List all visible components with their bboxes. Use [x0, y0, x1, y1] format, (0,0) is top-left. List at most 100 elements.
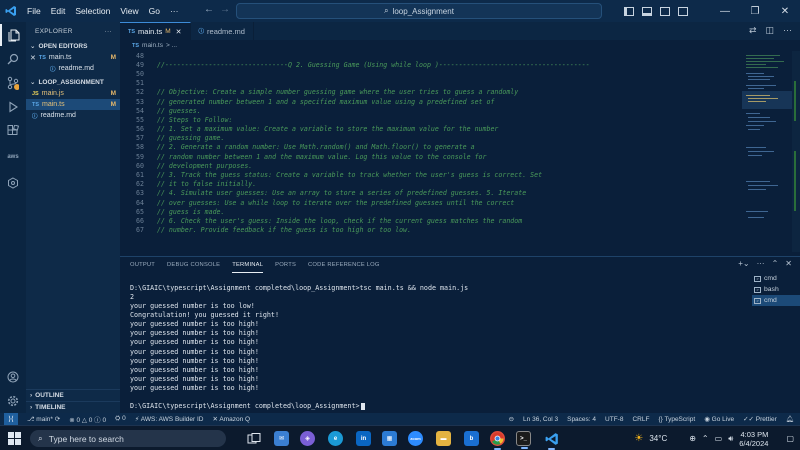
encoding[interactable]: UTF-8 — [605, 416, 623, 423]
show-hidden-icons-icon[interactable]: ⌃ — [702, 434, 709, 443]
menu-more[interactable]: ··· — [165, 6, 184, 16]
open-editors-section[interactable]: ⌄ OPEN EDITORS — [26, 40, 120, 52]
clock[interactable]: 4:03 PM 6/4/2024 — [739, 430, 768, 448]
editor-scrollbar[interactable] — [792, 51, 800, 252]
amazon-q-icon[interactable] — [0, 172, 26, 194]
search-view-icon[interactable] — [0, 48, 26, 70]
remote-indicator-icon[interactable]: ⟩⟨ — [4, 413, 18, 425]
amazon-q-indicator[interactable]: ✕ Amazon Q — [212, 415, 250, 423]
file-item-readme[interactable]: ⓘ readme.md — [26, 110, 120, 121]
minimap[interactable] — [742, 51, 792, 252]
tab-readme[interactable]: ⓘ readme.md — [191, 22, 254, 40]
zoom-icon[interactable]: ⊖ — [509, 415, 514, 423]
end-of-line[interactable]: CRLF — [632, 416, 649, 423]
terminal-instance[interactable]: > cmd — [752, 295, 800, 306]
toggle-sidebar-icon[interactable] — [624, 6, 634, 16]
terminal-instance[interactable]: > bash — [752, 284, 800, 295]
file-item-main-js[interactable]: JS main.js M — [26, 88, 120, 99]
language-mode[interactable]: {} TypeScript — [658, 416, 695, 423]
minimize-button[interactable]: — — [710, 6, 740, 17]
manage-gear-icon[interactable] — [0, 390, 26, 412]
panel-controls: +⌄ ··· ⌃ ✕ — [738, 259, 792, 268]
toggle-panel-icon[interactable] — [642, 6, 652, 16]
branch-indicator[interactable]: ⎇ main* ⟳ — [27, 415, 60, 423]
close-window-button[interactable]: ✕ — [770, 6, 800, 17]
tab-label: main.ts — [138, 27, 163, 36]
more-actions-icon[interactable]: ··· — [783, 25, 792, 36]
menu-view[interactable]: View — [115, 6, 143, 16]
tab-ports[interactable]: PORTS — [275, 257, 296, 273]
terminal-instance[interactable]: > cmd — [752, 273, 800, 284]
breadcrumb-rest[interactable]: > ... — [166, 42, 177, 49]
breadcrumb-file[interactable]: main.ts — [142, 42, 163, 49]
menu-edit[interactable]: Edit — [46, 6, 71, 16]
more-actions-icon[interactable]: ··· — [105, 28, 112, 35]
weather-sun-icon[interactable]: ☀ — [634, 433, 643, 444]
split-editor-icon[interactable]: ◫ — [765, 25, 774, 36]
mail-icon[interactable]: ✉ — [274, 431, 289, 446]
vscode-taskbar-icon[interactable] — [544, 431, 559, 450]
new-terminal-icon[interactable]: +⌄ — [738, 259, 749, 268]
file-explorer-icon[interactable]: ▬ — [436, 431, 451, 446]
store-icon[interactable]: ▦ — [382, 431, 397, 446]
customize-layout-icon[interactable] — [678, 6, 688, 16]
indentation[interactable]: Spaces: 4 — [567, 416, 596, 423]
problems-indicator[interactable]: ⊗ 0 △ 0 ⓘ 0 — [69, 414, 106, 424]
close-panel-icon[interactable]: ✕ — [785, 259, 792, 268]
more-actions-icon[interactable]: ··· — [757, 259, 765, 268]
notification-center-icon[interactable]: ▢ — [786, 434, 794, 443]
tab-main-ts[interactable]: TS main.ts M ✕ — [120, 22, 191, 40]
tab-output[interactable]: OUTPUT — [130, 257, 155, 273]
forward-arrow-icon[interactable]: → — [216, 4, 234, 15]
language-globe-icon[interactable]: ⊕ — [689, 434, 696, 443]
aws-toolkit-icon[interactable]: aws — [0, 146, 26, 168]
extensions-icon[interactable] — [0, 120, 26, 142]
ports-indicator[interactable]: ⛭ 0 — [115, 415, 126, 423]
bing-icon[interactable]: b — [464, 431, 479, 446]
accounts-icon[interactable] — [0, 366, 26, 388]
close-icon[interactable]: ✕ — [30, 54, 36, 62]
file-item-main-ts[interactable]: TS main.ts M — [26, 99, 120, 110]
restore-button[interactable]: ❐ — [740, 6, 770, 17]
close-icon[interactable]: ✕ — [176, 28, 182, 36]
windows-start-icon[interactable] — [8, 432, 21, 445]
weather-temperature[interactable]: 34°C — [649, 434, 667, 443]
cursor-position[interactable]: Ln 36, Col 3 — [523, 416, 558, 423]
source-control-icon[interactable] — [0, 72, 26, 94]
compare-changes-icon[interactable]: ⇄ — [749, 25, 757, 36]
terminal-app-icon[interactable]: >_ — [516, 431, 531, 449]
notifications-bell-icon[interactable]: 🔔︎ — [786, 415, 794, 423]
chrome-icon[interactable] — [490, 431, 505, 450]
aws-indicator[interactable]: ⚡ AWS: AWS Builder ID — [135, 415, 204, 423]
run-debug-icon[interactable] — [0, 96, 26, 118]
volume-icon[interactable]: 🔊︎ — [728, 434, 733, 444]
prettier-status[interactable]: ✓✓ Prettier — [743, 415, 777, 423]
taskbar-search[interactable]: ⌕ Type here to search — [30, 430, 226, 447]
code-editor[interactable]: 48 49 //-------------------------------Q … — [120, 51, 740, 252]
linkedin-icon[interactable]: in — [356, 431, 371, 446]
zoom-app-icon[interactable]: zoom — [408, 431, 423, 446]
outline-section[interactable]: › OUTLINE — [26, 389, 120, 401]
toggle-secondary-sidebar-icon[interactable] — [660, 6, 670, 16]
copilot-icon[interactable]: ◈ — [300, 431, 315, 446]
folder-section[interactable]: ⌄ LOOP_ASSIGNMENT — [26, 76, 120, 88]
open-editor-item[interactable]: ⓘ readme.md — [26, 63, 120, 74]
explorer-icon[interactable] — [0, 24, 26, 46]
tab-terminal[interactable]: TERMINAL — [232, 257, 264, 273]
network-icon[interactable]: ▭ — [715, 434, 723, 443]
edge-browser-icon[interactable]: e — [328, 431, 343, 446]
info-icon: ⓘ — [94, 417, 101, 424]
maximize-panel-icon[interactable]: ⌃ — [772, 259, 779, 268]
timeline-section[interactable]: › TIMELINE — [26, 401, 120, 413]
terminal-prompt-line[interactable]: D:\GIAIC\typescript\Assignment completed… — [130, 402, 745, 411]
tab-debug-console[interactable]: DEBUG CONSOLE — [167, 257, 220, 273]
menu-file[interactable]: File — [22, 6, 46, 16]
go-live-button[interactable]: ◉ Go Live — [704, 415, 734, 423]
open-editor-item[interactable]: ✕ TS main.ts M — [26, 52, 120, 63]
task-view-icon[interactable] — [246, 431, 261, 446]
tab-code-reference-log[interactable]: CODE REFERENCE LOG — [308, 257, 380, 273]
menu-selection[interactable]: Selection — [70, 6, 115, 16]
command-center-search[interactable]: ⌕ loop_Assignment — [236, 3, 602, 19]
terminal-output[interactable]: D:\GIAIC\typescript\Assignment completed… — [130, 283, 745, 413]
menu-go[interactable]: Go — [144, 6, 165, 16]
